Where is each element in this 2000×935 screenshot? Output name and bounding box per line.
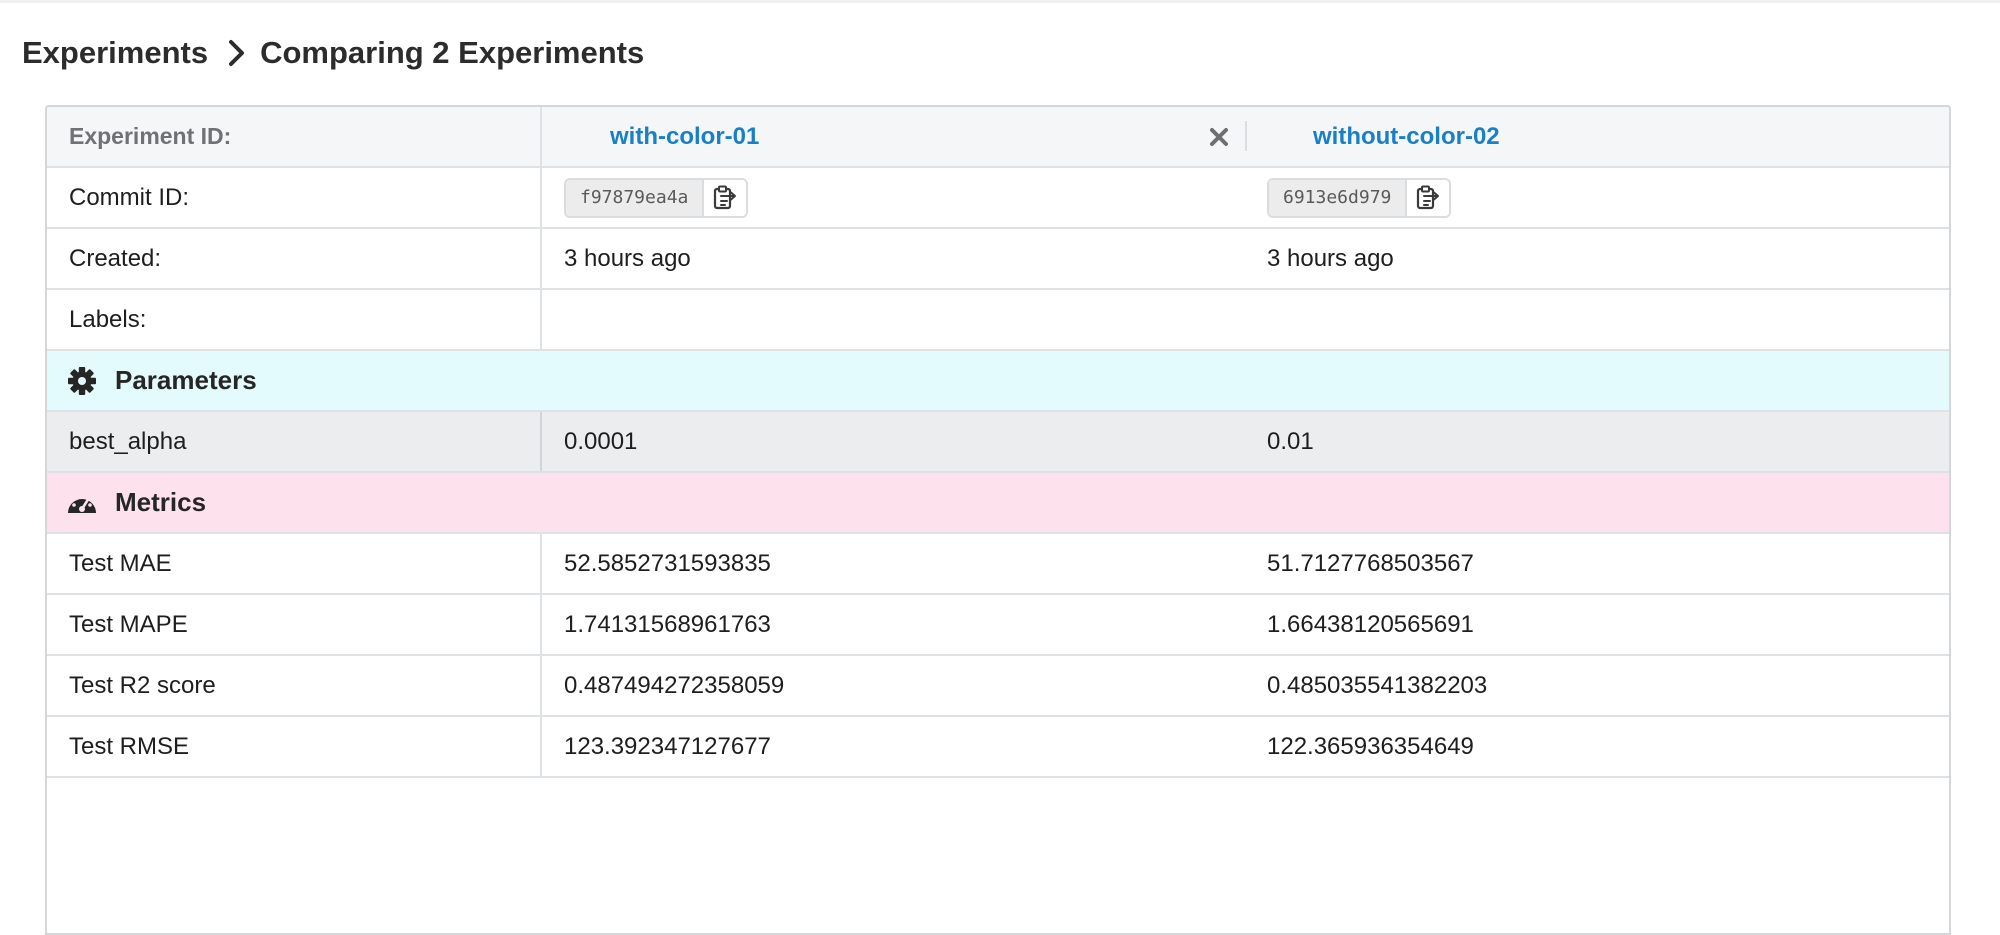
metric-value-1: 1.74131568961763 xyxy=(564,610,771,638)
labels-value-2 xyxy=(1245,290,1949,349)
commit-hash-2: 6913e6d979 xyxy=(1269,179,1406,216)
parameter-row: best_alpha 0.0001 0.01 xyxy=(47,412,1949,473)
experiment-column-1: with-color-01 xyxy=(542,107,1245,166)
chevron-right-icon xyxy=(214,30,260,76)
clipboard-copy-icon[interactable] xyxy=(702,179,747,216)
created-value-1: 3 hours ago xyxy=(564,244,691,272)
commit-hash-1: f97879ea4a xyxy=(566,179,703,216)
metric-name: Test MAPE xyxy=(47,595,542,654)
metrics-title: Metrics xyxy=(115,487,207,517)
top-border xyxy=(0,0,2000,3)
metric-row: Test MAPE 1.74131568961763 1.66438120565… xyxy=(47,595,1949,656)
clipboard-copy-icon[interactable] xyxy=(1405,179,1450,216)
metric-value-2: 1.66438120565691 xyxy=(1267,610,1474,638)
commit-id-label: Commit ID: xyxy=(47,168,542,227)
gear-icon xyxy=(65,364,99,398)
metric-name: Test RMSE xyxy=(47,717,542,776)
experiment-link-1[interactable]: with-color-01 xyxy=(610,123,759,151)
page-title: Comparing 2 Experiments xyxy=(260,35,645,70)
parameter-name: best_alpha xyxy=(47,412,542,471)
metric-value-1: 52.5852731593835 xyxy=(564,549,771,577)
commit-cell-2: 6913e6d979 xyxy=(1245,168,1949,227)
labels-value-1 xyxy=(542,290,1245,349)
metric-value-2: 0.485035541382203 xyxy=(1267,671,1488,699)
commit-cell-1: f97879ea4a xyxy=(542,168,1245,227)
breadcrumb: Experiments Comparing 2 Experiments xyxy=(22,30,644,76)
commit-box-1: f97879ea4a xyxy=(564,177,749,218)
created-label: Created: xyxy=(47,229,542,288)
commit-box-2: 6913e6d979 xyxy=(1267,177,1452,218)
remove-experiment-close-icon[interactable] xyxy=(1207,125,1231,149)
metric-value-2: 51.7127768503567 xyxy=(1267,549,1474,577)
dashboard-icon xyxy=(65,486,99,520)
metric-row: Test MAE 52.5852731593835 51.71277685035… xyxy=(47,534,1949,595)
experiment-id-row: Experiment ID: with-color-01 without-col… xyxy=(47,107,1949,168)
column-divider xyxy=(1245,121,1247,151)
metric-value-1: 0.487494272358059 xyxy=(564,671,785,699)
created-row: Created: 3 hours ago 3 hours ago xyxy=(47,229,1949,290)
metric-row: Test RMSE 123.392347127677 122.365936354… xyxy=(47,717,1949,778)
parameters-title: Parameters xyxy=(115,365,257,395)
commit-id-row: Commit ID: f97879ea4a 6913e6d979 xyxy=(47,168,1949,229)
labels-label: Labels: xyxy=(47,290,542,349)
experiment-link-2[interactable]: without-color-02 xyxy=(1313,123,1500,151)
metric-name: Test MAE xyxy=(47,534,542,593)
metric-row: Test R2 score 0.487494272358059 0.485035… xyxy=(47,656,1949,717)
metric-name: Test R2 score xyxy=(47,656,542,715)
experiment-id-label: Experiment ID: xyxy=(47,107,542,166)
created-value-2: 3 hours ago xyxy=(1267,244,1394,272)
parameter-value-2: 0.01 xyxy=(1267,427,1314,455)
metrics-section-header: Metrics xyxy=(47,473,1949,534)
metric-value-1: 123.392347127677 xyxy=(564,732,771,760)
experiment-column-2: without-color-02 xyxy=(1245,107,1949,166)
metric-value-2: 122.365936354649 xyxy=(1267,732,1474,760)
comparison-table: Experiment ID: with-color-01 without-col… xyxy=(45,105,1951,935)
breadcrumb-experiments-link[interactable]: Experiments xyxy=(22,35,208,71)
parameter-value-1: 0.0001 xyxy=(564,427,638,455)
labels-row: Labels: xyxy=(47,290,1949,351)
parameters-section-header: Parameters xyxy=(47,351,1949,412)
